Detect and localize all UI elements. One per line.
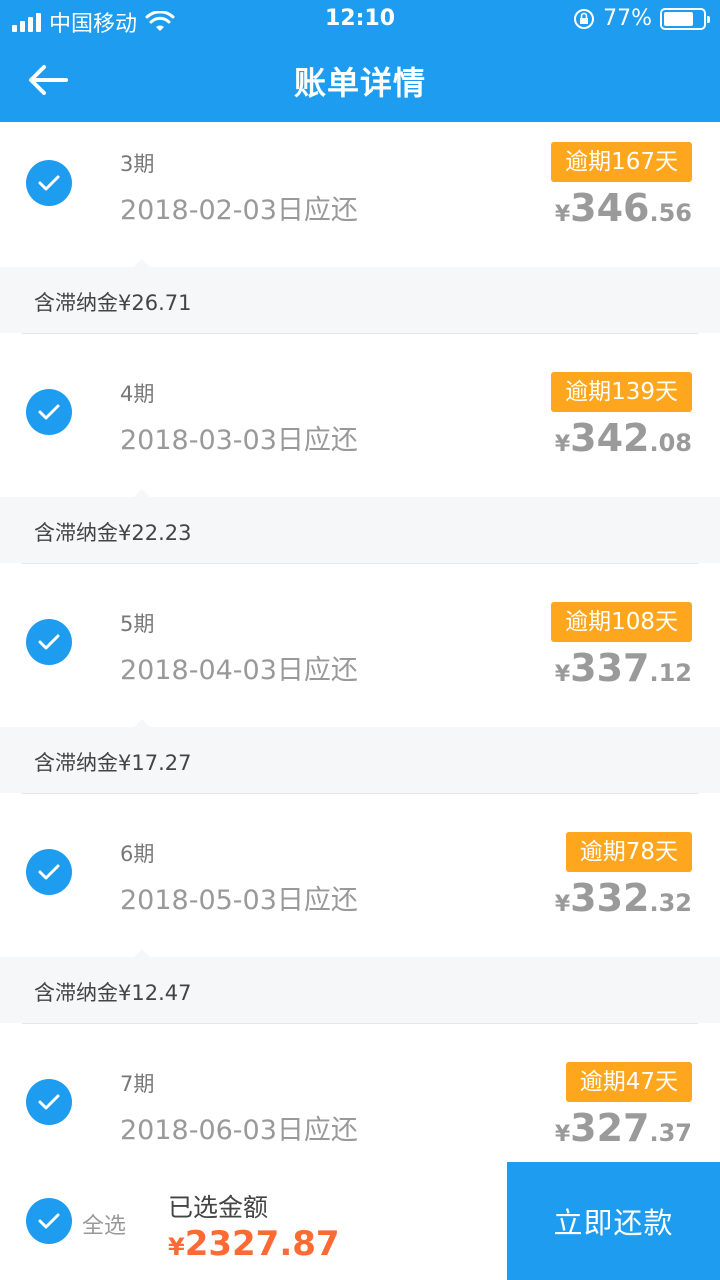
- bill-amount: ¥332.32: [555, 876, 692, 920]
- item-checkbox[interactable]: [26, 1079, 72, 1125]
- select-all-label[interactable]: 全选: [82, 1208, 126, 1240]
- item-checkbox[interactable]: [26, 849, 72, 895]
- status-right: 77%: [573, 6, 710, 31]
- late-fee-row: 含滞纳金¥26.71: [0, 259, 720, 333]
- bill-item[interactable]: 6期 2018-05-03日应还 逾期78天 ¥332.32: [0, 794, 720, 939]
- currency-symbol: ¥: [554, 892, 571, 917]
- currency-symbol: ¥: [554, 662, 571, 687]
- select-all-checkbox[interactable]: [26, 1198, 72, 1244]
- item-checkbox[interactable]: [26, 160, 72, 206]
- selected-amount: ¥2327.87: [168, 1224, 340, 1264]
- item-checkbox[interactable]: [26, 389, 72, 435]
- amount-decimal: .12: [649, 659, 692, 687]
- late-fee-notch: [134, 489, 150, 497]
- amount-decimal: .56: [649, 199, 692, 227]
- bill-item[interactable]: 3期 2018-02-03日应还 逾期167天 ¥346.56: [0, 122, 720, 267]
- overdue-badge: 逾期47天: [565, 1062, 692, 1102]
- battery-fill: [664, 11, 694, 26]
- bill-period: 3期: [120, 152, 155, 176]
- currency-symbol: ¥: [554, 202, 571, 227]
- overdue-badge: 逾期139天: [551, 372, 692, 412]
- currency-symbol: ¥: [554, 432, 571, 457]
- late-fee-text: 含滞纳金¥26.71: [34, 291, 192, 315]
- late-fee-row: 含滞纳金¥22.23: [0, 489, 720, 563]
- bill-period: 5期: [120, 612, 155, 636]
- check-icon: [38, 1213, 60, 1229]
- late-fee-notch: [134, 259, 150, 267]
- bill-list[interactable]: 3期 2018-02-03日应还 逾期167天 ¥346.56 含滞纳金¥26.…: [0, 122, 720, 1162]
- bill-amount: ¥346.56: [555, 186, 692, 230]
- amount-decimal: .08: [649, 429, 692, 457]
- late-fee-notch: [134, 949, 150, 957]
- overdue-badge: 逾期78天: [565, 832, 692, 872]
- check-icon: [38, 864, 60, 880]
- currency-symbol: ¥: [168, 1233, 185, 1261]
- late-fee-text: 含滞纳金¥12.47: [34, 981, 192, 1005]
- late-fee-text: 含滞纳金¥17.27: [34, 751, 192, 775]
- amount-decimal: .32: [649, 889, 692, 917]
- bill-item[interactable]: 4期 2018-03-03日应还 逾期139天 ¥342.08: [0, 334, 720, 479]
- amount-integer: 332: [570, 876, 650, 920]
- currency-symbol: ¥: [554, 1122, 571, 1147]
- overdue-badge: 逾期167天: [551, 142, 692, 182]
- bill-period: 6期: [120, 842, 155, 866]
- check-icon: [38, 404, 60, 420]
- late-fee-row: 含滞纳金¥12.47: [0, 949, 720, 1023]
- amount-integer: 337: [570, 646, 650, 690]
- bill-period: 7期: [120, 1072, 155, 1096]
- late-fee-row: 含滞纳金¥17.27: [0, 719, 720, 793]
- item-checkbox[interactable]: [26, 619, 72, 665]
- amount-integer: 342: [570, 416, 650, 460]
- amount-decimal: .37: [649, 1119, 692, 1147]
- bill-due-date: 2018-05-03日应还: [120, 885, 358, 916]
- bill-item[interactable]: 5期 2018-04-03日应还 逾期108天 ¥337.12: [0, 564, 720, 709]
- amount-integer: 327: [570, 1106, 650, 1150]
- bill-due-date: 2018-03-03日应还: [120, 425, 358, 456]
- selected-amount-label: 已选金额: [168, 1193, 269, 1222]
- status-bar: 中国移动 12:10 77%: [0, 0, 720, 40]
- bill-due-date: 2018-06-03日应还: [120, 1115, 358, 1146]
- bill-item[interactable]: 7期 2018-06-03日应还 逾期47天 ¥327.37: [0, 1024, 720, 1162]
- bottom-bar: 全选 已选金额 ¥2327.87 立即还款: [0, 1162, 720, 1280]
- bill-amount: ¥342.08: [555, 416, 692, 460]
- battery-percent: 77%: [603, 6, 652, 31]
- bill-period: 4期: [120, 382, 155, 406]
- page-title: 账单详情: [293, 64, 426, 102]
- late-fee-text: 含滞纳金¥22.23: [34, 521, 192, 545]
- late-fee-notch: [134, 719, 150, 727]
- amount-integer: 346: [570, 186, 650, 230]
- bill-due-date: 2018-02-03日应还: [120, 195, 358, 226]
- check-icon: [38, 634, 60, 650]
- pay-now-button[interactable]: 立即还款: [507, 1162, 720, 1280]
- battery-icon: [660, 7, 710, 30]
- bill-amount: ¥327.37: [555, 1106, 692, 1150]
- overdue-badge: 逾期108天: [551, 602, 692, 642]
- selected-amount-value: 2327.87: [184, 1224, 340, 1264]
- check-icon: [38, 1094, 60, 1110]
- rotation-lock-icon: [574, 8, 595, 29]
- nav-bar: 账单详情: [0, 40, 720, 122]
- check-icon: [38, 175, 60, 191]
- bill-amount: ¥337.12: [555, 646, 692, 690]
- bill-due-date: 2018-04-03日应还: [120, 655, 358, 686]
